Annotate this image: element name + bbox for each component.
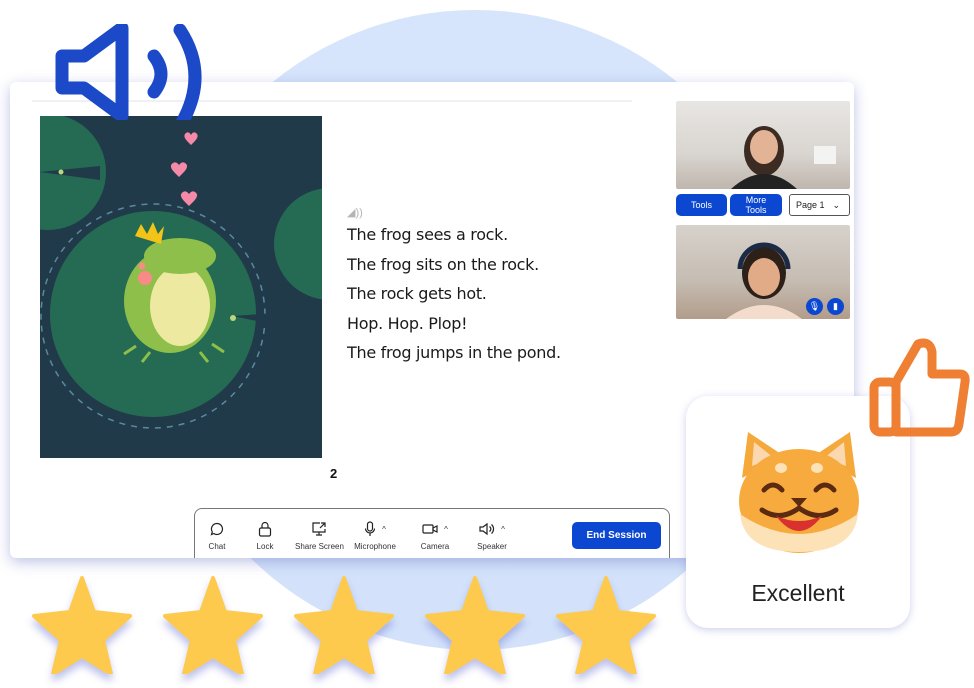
rating-label: Excellent: [751, 580, 845, 606]
end-session-button[interactable]: End Session: [572, 522, 661, 549]
chat-icon: [210, 522, 224, 536]
chevron-up-icon: ^: [501, 524, 505, 534]
story-line: The frog sits on the rock.: [347, 254, 539, 274]
chevron-down-icon: ⌄: [832, 199, 841, 210]
chat-button[interactable]: Chat: [203, 519, 231, 551]
story-line: Hop. Hop. Plop!: [347, 313, 468, 333]
more-tools-button[interactable]: More Tools: [730, 194, 782, 216]
star-icon[interactable]: [556, 574, 656, 674]
page-select[interactable]: Page 1 ⌄: [789, 194, 850, 216]
speaker-button[interactable]: ^ Speaker: [475, 519, 509, 551]
microphone-icon: [365, 521, 376, 536]
chevron-up-icon: ^: [444, 524, 448, 534]
microphone-button[interactable]: ^ Microphone: [353, 519, 397, 551]
page-number: 2: [330, 466, 338, 481]
frog-illustration: [40, 116, 322, 458]
page-select-value: Page 1: [796, 200, 825, 210]
share-screen-button[interactable]: Share Screen: [295, 519, 344, 551]
story-line: The frog jumps in the pond.: [347, 343, 561, 362]
story-line: The rock gets hot.: [347, 284, 487, 303]
teacher-video: [676, 101, 850, 189]
lock-icon: [258, 521, 272, 537]
camera-button[interactable]: ^ Camera: [417, 519, 453, 551]
tools-button[interactable]: Tools: [676, 194, 727, 216]
star-icon[interactable]: [425, 574, 525, 674]
speaker-icon: [479, 522, 495, 536]
lock-button[interactable]: Lock: [251, 519, 279, 551]
camera-icon: [422, 524, 438, 534]
microphone-status-icon[interactable]: 🎙: [806, 298, 823, 315]
chevron-up-icon: ^: [382, 524, 386, 534]
session-toolbar: Chat Lock Share Screen ^ Microphone ^ Ca…: [194, 508, 670, 558]
speaker-icon: [55, 24, 202, 120]
shiba-dog-emoji: [739, 432, 859, 553]
speaker-small-icon[interactable]: ◢)): [347, 206, 561, 219]
tools-row: Tools More Tools Page 1 ⌄: [676, 194, 850, 216]
star-icon[interactable]: [163, 574, 263, 674]
thumbs-up-icon: [869, 338, 970, 437]
student-video: 🎙 ▮: [676, 225, 850, 319]
star-icon[interactable]: [32, 574, 132, 674]
story-line: The frog sees a rock.: [347, 225, 508, 244]
story-text: ◢)) The frog sees a rock. The frog sits …: [347, 206, 561, 373]
camera-status-icon[interactable]: ▮: [827, 298, 844, 315]
star-icon[interactable]: [294, 574, 394, 674]
star-rating: [32, 574, 656, 674]
share-screen-icon: [312, 522, 326, 536]
